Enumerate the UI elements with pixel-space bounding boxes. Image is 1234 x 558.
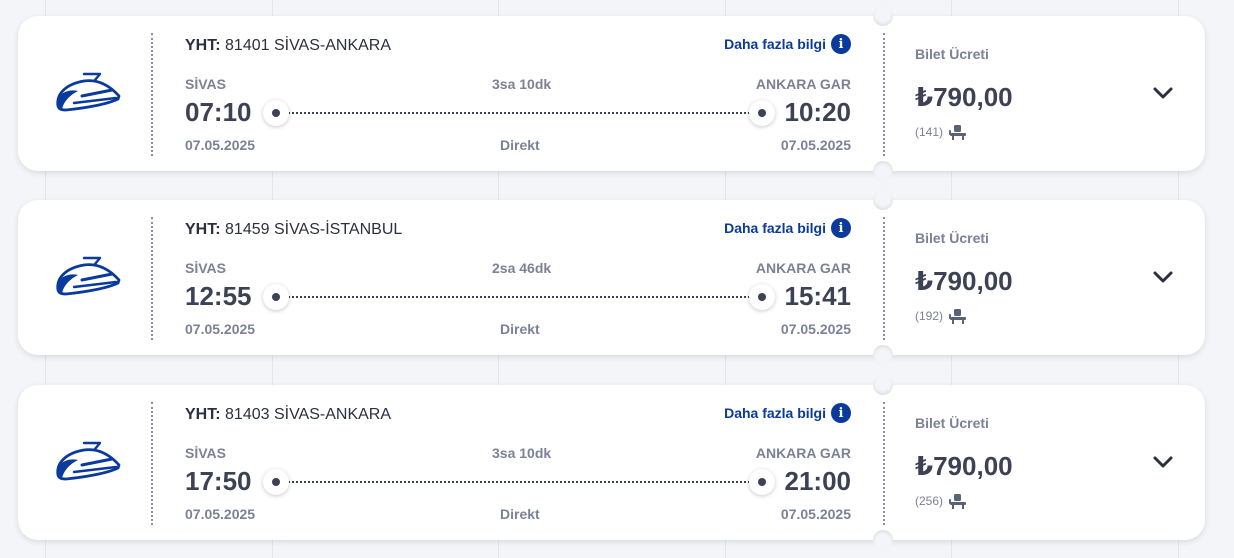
stop-type: Direkt — [500, 321, 540, 337]
train-result-card[interactable]: YHT: 81403 SİVAS-ANKARA Daha fazla bilgi… — [18, 375, 1205, 550]
ticket-price: ₺790,00 — [915, 451, 1013, 481]
arrival-date: 07.05.2025 — [780, 321, 851, 337]
departure-time: 07:10 — [185, 97, 252, 127]
seat-icon — [949, 125, 967, 140]
chevron-down-icon[interactable] — [1151, 268, 1175, 286]
arrival-time: 10:20 — [784, 97, 852, 127]
departure-date: 07.05.2025 — [185, 506, 256, 522]
route-dotted-line — [276, 112, 762, 114]
arrival-stop-marker — [749, 469, 775, 495]
departure-date: 07.05.2025 — [185, 321, 256, 337]
chevron-down-icon[interactable] — [1151, 84, 1175, 102]
chevron-down-icon[interactable] — [1151, 453, 1175, 471]
ticket-price: ₺790,00 — [915, 266, 1013, 296]
divider — [151, 217, 153, 340]
more-info-link[interactable]: Daha fazla bilgi i — [724, 403, 851, 423]
ticket-notch — [873, 161, 893, 181]
high-speed-train-icon — [56, 441, 121, 481]
departure-stop-marker — [263, 100, 289, 126]
high-speed-train-icon — [56, 72, 121, 112]
departure-station: SİVAS — [185, 76, 226, 92]
ticket-price: ₺790,00 — [915, 82, 1013, 112]
arrival-date: 07.05.2025 — [780, 506, 851, 522]
divider — [883, 217, 885, 340]
seat-count: (141) — [915, 125, 944, 139]
train-type: YHT: — [185, 37, 221, 54]
arrival-time: 21:00 — [784, 466, 852, 496]
info-icon: i — [831, 34, 851, 54]
departure-station: SİVAS — [185, 260, 226, 276]
departure-stop-marker — [263, 469, 289, 495]
available-seats: (256) — [915, 493, 967, 509]
departure-date: 07.05.2025 — [185, 137, 256, 153]
train-result-card[interactable]: YHT: 81459 SİVAS-İSTANBUL Daha fazla bil… — [18, 190, 1205, 365]
ticket-notch — [873, 6, 893, 26]
seat-count: (256) — [915, 494, 944, 508]
train-route-title: YHT: 81459 SİVAS-İSTANBUL — [185, 221, 402, 239]
route-name: 81401 SİVAS-ANKARA — [225, 37, 392, 54]
train-route-title: YHT: 81401 SİVAS-ANKARA — [185, 37, 391, 55]
arrival-date: 07.05.2025 — [780, 137, 851, 153]
arrival-station: ANKARA GAR — [755, 445, 851, 461]
route-name: 81459 SİVAS-İSTANBUL — [225, 221, 403, 238]
more-info-label: Daha fazla bilgi — [724, 405, 826, 421]
stop-type: Direkt — [500, 506, 540, 522]
route-dotted-line — [276, 296, 762, 298]
available-seats: (141) — [915, 124, 967, 140]
trip-duration: 3sa 10dk — [492, 76, 552, 92]
route-dotted-line — [276, 481, 762, 483]
price-label: Bilet Ücreti — [915, 415, 989, 431]
route-name: 81403 SİVAS-ANKARA — [225, 406, 392, 423]
ticket-notch — [873, 530, 893, 550]
train-route-title: YHT: 81403 SİVAS-ANKARA — [185, 406, 391, 424]
departure-time: 12:55 — [185, 281, 252, 311]
divider — [151, 402, 153, 525]
info-icon: i — [831, 218, 851, 238]
arrival-stop-marker — [749, 284, 775, 310]
high-speed-train-icon — [56, 256, 121, 296]
departure-stop-marker — [263, 284, 289, 310]
seat-icon — [949, 494, 967, 509]
seat-count: (192) — [915, 309, 944, 323]
divider — [883, 33, 885, 156]
divider — [883, 402, 885, 525]
more-info-label: Daha fazla bilgi — [724, 220, 826, 236]
price-label: Bilet Ücreti — [915, 46, 989, 62]
arrival-station: ANKARA GAR — [755, 76, 851, 92]
route-line — [263, 284, 775, 310]
departure-time: 17:50 — [185, 466, 252, 496]
train-result-card[interactable]: YHT: 81401 SİVAS-ANKARA Daha fazla bilgi… — [18, 6, 1205, 181]
stop-type: Direkt — [500, 137, 540, 153]
arrival-stop-marker — [749, 100, 775, 126]
arrival-time: 15:41 — [784, 281, 852, 311]
train-type: YHT: — [185, 221, 221, 238]
ticket-notch — [873, 375, 893, 395]
ticket-notch — [873, 190, 893, 210]
trip-duration: 3sa 10dk — [492, 445, 552, 461]
ticket-notch — [873, 345, 893, 365]
available-seats: (192) — [915, 308, 967, 324]
price-label: Bilet Ücreti — [915, 230, 989, 246]
route-line — [263, 469, 775, 495]
info-icon: i — [831, 403, 851, 423]
divider — [151, 33, 153, 156]
arrival-station: ANKARA GAR — [755, 260, 851, 276]
route-line — [263, 100, 775, 126]
more-info-label: Daha fazla bilgi — [724, 36, 826, 52]
more-info-link[interactable]: Daha fazla bilgi i — [724, 218, 851, 238]
train-type: YHT: — [185, 406, 221, 423]
seat-icon — [949, 309, 967, 324]
more-info-link[interactable]: Daha fazla bilgi i — [724, 34, 851, 54]
departure-station: SİVAS — [185, 445, 226, 461]
trip-duration: 2sa 46dk — [492, 260, 552, 276]
